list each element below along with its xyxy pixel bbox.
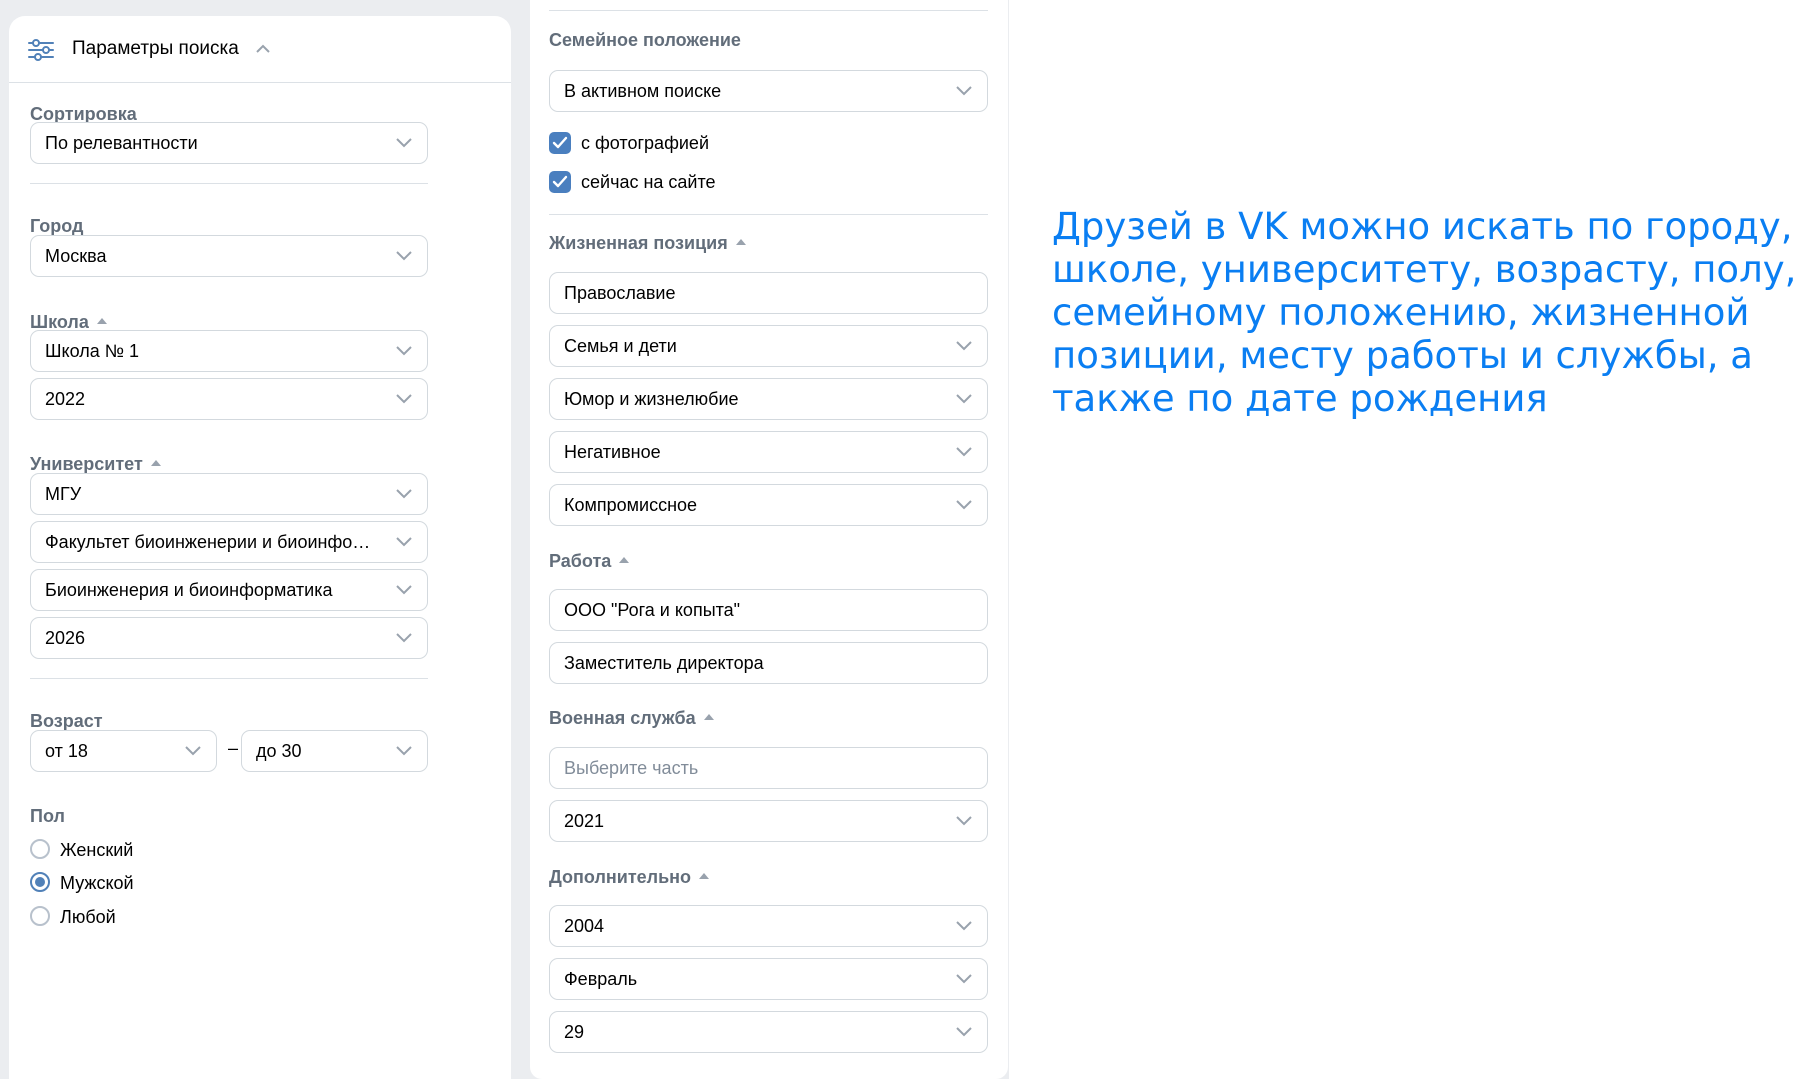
city-label: Город: [30, 216, 84, 236]
company-input[interactable]: ООО "Рога и копыта": [549, 589, 988, 631]
checkbox-checked[interactable]: [549, 171, 571, 193]
search-params-panel-continued: Семейное положение В активном поиске с ф…: [530, 0, 1008, 1079]
birth-year-select[interactable]: 2004: [549, 905, 988, 947]
radio-button[interactable]: [30, 839, 50, 859]
caret-up-icon: [96, 318, 107, 325]
main-in-people-select[interactable]: Юмор и жизнелюбие: [549, 378, 988, 420]
gender-label: Пол: [30, 806, 65, 826]
alcohol-attitude-select[interactable]: Компромиссное: [549, 484, 988, 526]
graduation-year-select[interactable]: 2026: [30, 617, 428, 659]
checkmark-icon: [552, 136, 568, 149]
chair-select[interactable]: Биоинженерия и биоинформатика: [30, 569, 428, 611]
birth-day-select[interactable]: 29: [549, 1011, 988, 1053]
smoking-attitude-select[interactable]: Негативное: [549, 431, 988, 473]
search-params-panel: Параметры поиска Сортировка По релевантн…: [9, 16, 511, 1079]
job-position-input[interactable]: Заместитель директора: [549, 642, 988, 684]
school-select[interactable]: Школа № 1: [30, 330, 428, 372]
checkbox-checked[interactable]: [549, 132, 571, 154]
caret-up-icon: [619, 557, 630, 564]
additional-label[interactable]: Дополнительно: [549, 867, 710, 888]
school-year-select[interactable]: 2022: [30, 378, 428, 420]
filter-icon: [28, 39, 54, 61]
life-position-label[interactable]: Жизненная позиция: [549, 233, 746, 254]
chevron-down-icon: [396, 251, 412, 261]
chevron-down-icon: [396, 633, 412, 643]
chevron-down-icon: [956, 341, 972, 351]
chevron-down-icon: [956, 394, 972, 404]
chevron-down-icon: [396, 394, 412, 404]
divider: [30, 678, 428, 679]
caret-up-icon: [735, 239, 746, 246]
caption-background: [1009, 0, 1810, 1079]
birth-month-select[interactable]: Февраль: [549, 958, 988, 1000]
age-to-select[interactable]: до 30: [241, 730, 428, 772]
chevron-down-icon: [396, 489, 412, 499]
military-label[interactable]: Военная служба: [549, 708, 714, 729]
radio-button[interactable]: [30, 906, 50, 926]
divider: [549, 214, 988, 215]
chevron-down-icon: [396, 746, 412, 756]
divider: [30, 183, 428, 184]
search-params-header[interactable]: Параметры поиска: [9, 16, 511, 83]
chevron-down-icon: [956, 816, 972, 826]
sort-select[interactable]: По релевантности: [30, 122, 428, 164]
divider: [549, 10, 988, 11]
search-params-title: Параметры поиска: [72, 38, 239, 59]
chevron-up-icon[interactable]: [255, 44, 271, 54]
age-from-select[interactable]: от 18: [30, 730, 217, 772]
chevron-down-icon: [396, 138, 412, 148]
military-unit-input[interactable]: Выберите часть: [549, 747, 988, 789]
caption-text: Друзей в VK можно искать по городу, школ…: [1052, 205, 1797, 420]
marital-status-select[interactable]: В активном поиске: [549, 70, 988, 112]
faculty-select[interactable]: Факультет биоинженерии и биоинформатики: [30, 521, 428, 563]
caret-up-icon: [699, 873, 710, 880]
chevron-down-icon: [956, 447, 972, 457]
marital-status-label: Семейное положение: [549, 30, 741, 50]
age-label: Возраст: [30, 711, 103, 731]
radio-button-selected[interactable]: [30, 872, 50, 892]
chevron-down-icon: [396, 537, 412, 547]
checkmark-icon: [552, 175, 568, 188]
religion-select[interactable]: Православие: [549, 272, 988, 314]
city-select[interactable]: Москва: [30, 235, 428, 277]
chevron-down-icon: [956, 974, 972, 984]
main-in-life-select[interactable]: Семья и дети: [549, 325, 988, 367]
chevron-down-icon: [956, 1027, 972, 1037]
military-year-select[interactable]: 2021: [549, 800, 988, 842]
university-select[interactable]: МГУ: [30, 473, 428, 515]
chevron-down-icon: [956, 500, 972, 510]
caret-up-icon: [703, 714, 714, 721]
chevron-down-icon: [396, 585, 412, 595]
age-range-dash: –: [228, 738, 239, 758]
caret-up-icon: [150, 460, 161, 467]
chevron-down-icon: [956, 921, 972, 931]
chevron-down-icon: [396, 346, 412, 356]
work-label[interactable]: Работа: [549, 551, 630, 572]
chevron-down-icon: [185, 746, 201, 756]
chevron-down-icon: [956, 86, 972, 96]
university-label[interactable]: Университет: [30, 454, 161, 475]
